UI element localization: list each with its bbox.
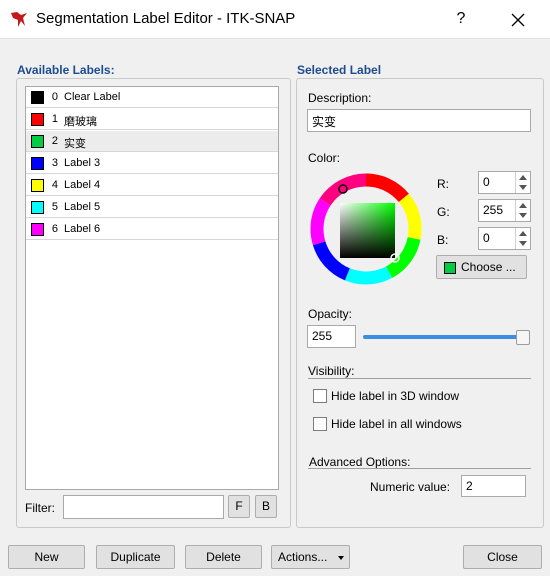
label-index: 3: [51, 157, 58, 169]
r-value: 0: [483, 175, 490, 189]
filter-label: Filter:: [25, 501, 55, 515]
advanced-divider: [308, 468, 531, 469]
actions-label: Actions...: [278, 550, 328, 564]
g-spin-arrows[interactable]: [515, 200, 530, 221]
actions-button[interactable]: Actions...: [271, 545, 350, 569]
b-spinbox[interactable]: 0: [478, 227, 531, 250]
choose-color-swatch: [444, 262, 456, 274]
b-value: 0: [483, 231, 490, 245]
available-labels-heading: Available Labels:: [17, 63, 115, 77]
label-name: 磨玻璃: [64, 116, 97, 128]
label-color-swatch: [31, 201, 44, 214]
label-index: 1: [51, 113, 58, 125]
filter-input[interactable]: [63, 495, 224, 519]
spin-down-icon[interactable]: [519, 241, 527, 246]
spin-up-icon[interactable]: [519, 203, 527, 208]
list-item[interactable]: 5 Label 5: [26, 197, 278, 218]
numeric-value-label: Numeric value:: [370, 480, 451, 494]
duplicate-button[interactable]: Duplicate: [96, 545, 175, 569]
choose-color-button[interactable]: Choose ...: [436, 255, 527, 279]
itk-snap-logo-icon: [11, 12, 27, 27]
title-divider: [0, 38, 550, 39]
spin-up-icon[interactable]: [519, 175, 527, 180]
description-field[interactable]: 实变: [307, 109, 531, 132]
label-index: 0: [51, 91, 58, 103]
filter-b-button[interactable]: B: [255, 495, 277, 518]
label-index: 6: [51, 223, 58, 235]
label-color-swatch: [31, 179, 44, 192]
opacity-slider-handle[interactable]: [516, 330, 530, 345]
visibility-label: Visibility:: [308, 364, 355, 378]
g-value: 255: [483, 203, 504, 217]
dropdown-arrow-icon: [338, 556, 344, 560]
delete-button[interactable]: Delete: [185, 545, 262, 569]
g-label: G:: [437, 205, 450, 219]
spin-up-icon[interactable]: [519, 231, 527, 236]
label-name: Label 6: [64, 223, 101, 235]
title-bar: Segmentation Label Editor - ITK-SNAP ?: [0, 0, 550, 38]
label-name: Label 5: [64, 201, 101, 213]
selected-label-heading: Selected Label: [297, 63, 382, 77]
label-color-swatch: [31, 157, 44, 170]
label-name: Clear Label: [64, 91, 121, 103]
list-item[interactable]: 6 Label 6: [26, 219, 278, 240]
hide-3d-checkbox[interactable]: [313, 389, 327, 403]
label-name: Label 3: [64, 157, 101, 169]
b-label: B:: [437, 233, 449, 247]
close-button[interactable]: Close: [463, 545, 542, 569]
r-label: R:: [437, 177, 449, 191]
filter-f-button[interactable]: F: [228, 495, 250, 518]
saturation-value-square[interactable]: [340, 203, 395, 258]
label-index: 5: [51, 201, 58, 213]
spin-down-icon[interactable]: [519, 213, 527, 218]
hide-all-checkbox[interactable]: [313, 417, 327, 431]
g-spinbox[interactable]: 255: [478, 199, 531, 222]
label-color-swatch: [31, 91, 44, 104]
spin-down-icon[interactable]: [519, 185, 527, 190]
numeric-value-field[interactable]: 2: [461, 475, 526, 497]
label-name: 实变: [64, 138, 86, 150]
label-color-swatch: [31, 113, 44, 126]
new-button[interactable]: New: [8, 545, 85, 569]
label-name: Label 4: [64, 179, 101, 191]
list-item[interactable]: 3 Label 3: [26, 153, 278, 174]
choose-color-label: Choose ...: [461, 260, 516, 274]
opacity-label: Opacity:: [308, 307, 353, 321]
color-wheel[interactable]: [310, 173, 422, 285]
label-index: 4: [51, 179, 58, 191]
label-list[interactable]: 0 Clear Label 1 磨玻璃 2 实变 3 Label 3 4 Lab…: [25, 86, 279, 490]
window-title: Segmentation Label Editor - ITK-SNAP: [36, 10, 296, 27]
opacity-field[interactable]: 255: [307, 325, 356, 348]
label-color-swatch: [31, 135, 44, 148]
list-item-selected[interactable]: 2 实变: [26, 131, 278, 152]
b-spin-arrows[interactable]: [515, 228, 530, 249]
help-button[interactable]: ?: [448, 6, 474, 32]
opacity-slider-track[interactable]: [363, 335, 523, 339]
list-item[interactable]: 4 Label 4: [26, 175, 278, 196]
color-label: Color:: [308, 151, 341, 165]
description-label: Description:: [308, 91, 372, 105]
hide-3d-label[interactable]: Hide label in 3D window: [331, 389, 459, 403]
close-window-icon[interactable]: [506, 8, 530, 32]
list-item[interactable]: 0 Clear Label: [26, 87, 278, 108]
opacity-value: 255: [312, 329, 333, 343]
label-color-swatch: [31, 223, 44, 236]
list-item[interactable]: 1 磨玻璃: [26, 109, 278, 130]
visibility-divider: [308, 378, 531, 379]
r-spinbox[interactable]: 0: [478, 171, 531, 194]
hide-all-label[interactable]: Hide label in all windows: [331, 417, 462, 431]
label-index: 2: [51, 135, 58, 147]
advanced-options-label: Advanced Options:: [309, 455, 411, 469]
r-spin-arrows[interactable]: [515, 172, 530, 193]
